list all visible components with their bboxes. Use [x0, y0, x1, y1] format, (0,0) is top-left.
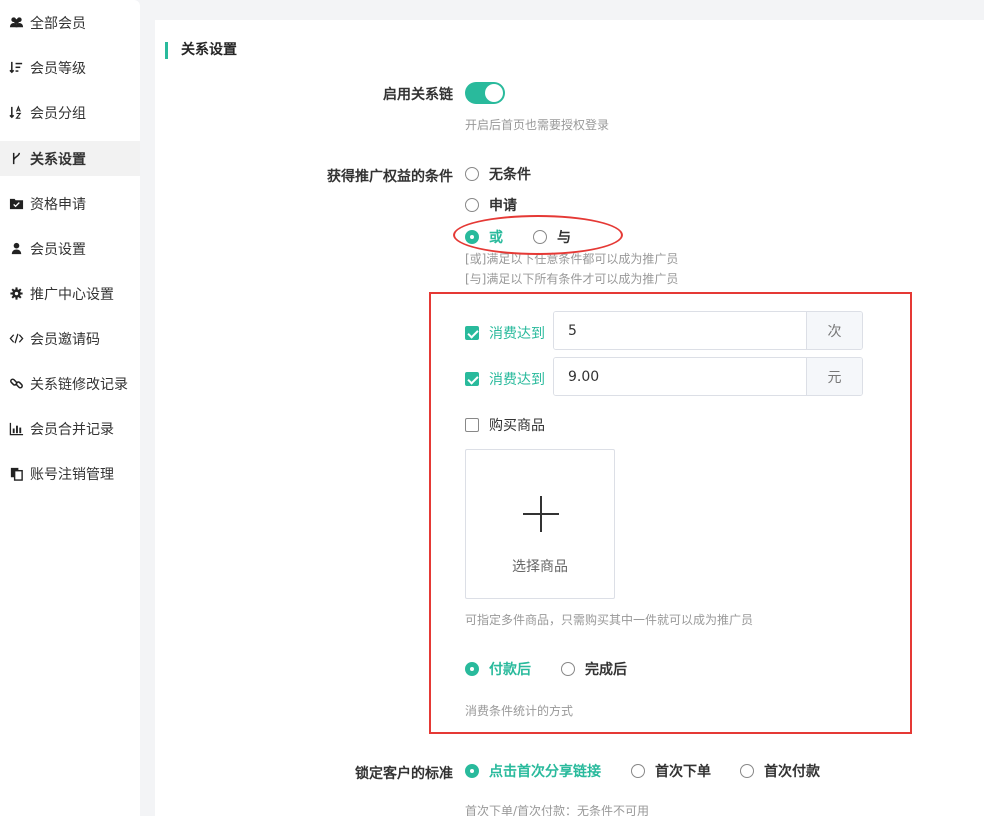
- sidebar: 全部会员 会员等级 会员分组 关系设置 资格申请 会员设置 推广中心设置 会员邀…: [0, 0, 140, 816]
- lock-radio-first-order[interactable]: 首次下单: [631, 761, 711, 781]
- sidebar-item-invite-code[interactable]: 会员邀请码: [0, 321, 140, 356]
- condition-radio-and[interactable]: 与: [533, 227, 571, 247]
- checkbox-label: 消费达到: [489, 326, 545, 342]
- sidebar-item-all-members[interactable]: 全部会员: [0, 5, 140, 40]
- radio-circle: [465, 662, 479, 676]
- sidebar-item-member-settings[interactable]: 会员设置: [0, 231, 140, 266]
- radio-circle: [465, 764, 479, 778]
- consume-amount-input[interactable]: [554, 358, 806, 395]
- sidebar-item-label: 会员设置: [30, 241, 86, 258]
- radio-label: 完成后: [585, 662, 627, 678]
- sidebar-item-label: 关系设置: [30, 151, 86, 168]
- consume-count-unit: 次: [806, 312, 862, 349]
- radio-label: 申请: [489, 198, 517, 214]
- sidebar-item-label: 账号注销管理: [30, 466, 114, 483]
- folder-check-icon: [8, 196, 24, 212]
- checkbox-box: [465, 418, 479, 432]
- sidebar-item-merge-log[interactable]: 会员合并记录: [0, 411, 140, 446]
- hint-and: [与]满足以下所有条件才可以成为推广员: [465, 272, 679, 286]
- consume-count-input-group: 次: [553, 311, 863, 350]
- lock-customer-label: 锁定客户的标准: [355, 766, 453, 782]
- sidebar-item-member-level[interactable]: 会员等级: [0, 50, 140, 85]
- sidebar-item-label: 关系链修改记录: [30, 376, 128, 393]
- sort-alpha-icon: [8, 105, 24, 121]
- consume-amount-unit: 元: [806, 358, 862, 395]
- sidebar-item-qualification[interactable]: 资格申请: [0, 186, 140, 221]
- condition-radio-or[interactable]: 或: [465, 227, 503, 247]
- radio-circle: [740, 764, 754, 778]
- sidebar-item-label: 会员合并记录: [30, 421, 114, 438]
- consume-count-checkbox[interactable]: 消费达到: [465, 323, 545, 343]
- gear-icon: [8, 286, 24, 302]
- select-goods-button[interactable]: 选择商品: [465, 449, 615, 599]
- sidebar-item-label: 资格申请: [30, 196, 86, 213]
- checkbox-label: 购买商品: [489, 418, 545, 434]
- sidebar-item-label: 会员等级: [30, 60, 86, 77]
- checkbox-box: [465, 326, 479, 340]
- bar-chart-icon: [8, 421, 24, 437]
- stat-radio-completed[interactable]: 完成后: [561, 659, 627, 679]
- radio-circle: [561, 662, 575, 676]
- relation-chain-label: 启用关系链: [383, 87, 453, 103]
- radio-label: 付款后: [489, 662, 531, 678]
- radio-label: 点击首次分享链接: [489, 764, 601, 780]
- radio-circle: [631, 764, 645, 778]
- radio-circle: [465, 230, 479, 244]
- radio-circle: [533, 230, 547, 244]
- buy-goods-hint: 可指定多件商品，只需购买其中一件就可以成为推广员: [465, 613, 754, 627]
- relation-chain-toggle[interactable]: [465, 82, 505, 104]
- promote-condition-label: 获得推广权益的条件: [327, 169, 453, 185]
- select-goods-label: 选择商品: [512, 559, 568, 575]
- users-icon: [8, 15, 24, 31]
- plus-icon: [523, 496, 559, 532]
- stat-mode-hint: 消费条件统计的方式: [465, 704, 574, 718]
- relation-chain-hint: 开启后首页也需要授权登录: [465, 118, 610, 132]
- radio-circle: [465, 198, 479, 212]
- radio-label: 无条件: [489, 167, 531, 183]
- copy-icon: [8, 466, 24, 482]
- sidebar-item-label: 会员邀请码: [30, 331, 100, 348]
- user-icon: [8, 241, 24, 257]
- sidebar-item-label: 会员分组: [30, 105, 86, 122]
- lock-radio-click-share[interactable]: 点击首次分享链接: [465, 761, 601, 781]
- sort-amount-icon: [8, 60, 24, 76]
- sidebar-item-promo-center[interactable]: 推广中心设置: [0, 276, 140, 311]
- checkbox-label: 消费达到: [489, 372, 545, 388]
- sidebar-item-chain-log[interactable]: 关系链修改记录: [0, 366, 140, 401]
- link-icon: [8, 376, 24, 392]
- buy-goods-checkbox[interactable]: 购买商品: [465, 415, 545, 435]
- section-title: 关系设置: [165, 42, 237, 59]
- settings-panel: 关系设置 启用关系链 开启后首页也需要授权登录 获得推广权益的条件 无条件 申请…: [155, 20, 984, 816]
- condition-radio-apply[interactable]: 申请: [465, 195, 517, 215]
- condition-radio-none[interactable]: 无条件: [465, 164, 531, 184]
- radio-label: 或: [489, 230, 503, 246]
- consume-amount-input-group: 元: [553, 357, 863, 396]
- sidebar-item-member-group[interactable]: 会员分组: [0, 95, 140, 130]
- stat-radio-paid[interactable]: 付款后: [465, 659, 531, 679]
- toggle-knob: [485, 84, 503, 102]
- code-icon: [8, 331, 24, 347]
- sidebar-item-account-cancel[interactable]: 账号注销管理: [0, 456, 140, 491]
- consume-count-input[interactable]: [554, 312, 806, 349]
- radio-circle: [465, 167, 479, 181]
- lock-radio-first-pay[interactable]: 首次付款: [740, 761, 820, 781]
- sidebar-item-relation-settings[interactable]: 关系设置: [0, 141, 140, 176]
- consume-amount-checkbox[interactable]: 消费达到: [465, 369, 545, 389]
- sidebar-item-label: 推广中心设置: [30, 286, 114, 303]
- hint-or: [或]满足以下任意条件都可以成为推广员: [465, 252, 679, 266]
- radio-label: 首次付款: [764, 764, 820, 780]
- sidebar-item-label: 全部会员: [30, 15, 86, 32]
- radio-label: 首次下单: [655, 764, 711, 780]
- branch-icon: [8, 151, 24, 167]
- checkbox-box: [465, 372, 479, 386]
- radio-label: 与: [557, 230, 571, 246]
- lock-customer-hint: 首次下单/首次付款：无条件不可用: [465, 804, 650, 816]
